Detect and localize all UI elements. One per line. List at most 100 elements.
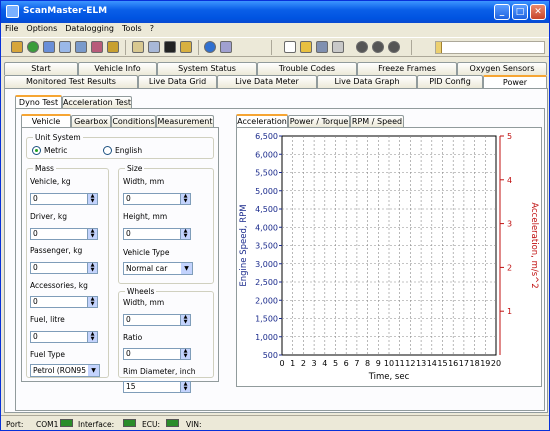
rim-diameter-spinner[interactable]: ▲ ▼ xyxy=(180,382,190,392)
fuel-input[interactable]: 0 ▲ ▼ xyxy=(30,331,98,343)
menu-options[interactable]: Options xyxy=(22,23,61,34)
dyno-panel: Vehicle Data Gearbox Conditions Measurem… xyxy=(15,108,545,411)
accessories-mass-spinner[interactable]: ▲ ▼ xyxy=(87,297,97,307)
terminal-icon[interactable] xyxy=(164,41,176,53)
toolbar xyxy=(1,37,549,57)
vehicle-mass-value: 0 xyxy=(33,194,38,203)
tab-freeze-frames[interactable]: Freeze Frames xyxy=(357,62,457,75)
menu-tools[interactable]: Tools xyxy=(118,23,146,34)
help-icon[interactable] xyxy=(220,41,232,53)
fuel-spinner[interactable]: ▲ ▼ xyxy=(87,332,97,342)
driver-mass-input[interactable]: 0 ▲ ▼ xyxy=(30,228,98,240)
x-tick-label: 5 xyxy=(333,359,338,368)
vehicle-type-select[interactable]: Normal car ▼ xyxy=(123,262,193,275)
menu-help[interactable]: ? xyxy=(146,23,158,34)
globe-icon[interactable] xyxy=(27,41,39,53)
y-tick-label: 2,000 xyxy=(255,296,278,305)
size-height-value: 0 xyxy=(126,229,131,238)
battery-icon[interactable] xyxy=(180,41,192,53)
wheel-width-input[interactable]: 0 ▲ ▼ xyxy=(123,314,191,326)
tab-trouble-codes[interactable]: Trouble Codes xyxy=(257,62,357,75)
connect-icon[interactable] xyxy=(11,41,23,53)
metric-label: Metric xyxy=(44,146,68,155)
chevron-down-icon[interactable]: ▼ xyxy=(181,263,192,274)
x-tick-label: 6 xyxy=(344,359,349,368)
info-icon[interactable] xyxy=(204,41,216,53)
tab-live-data-meter[interactable]: Live Data Meter xyxy=(217,75,317,88)
tab-power-torque[interactable]: Power / Torque xyxy=(288,115,350,127)
new-icon[interactable] xyxy=(284,41,296,53)
ratio-spinner[interactable]: ▲ ▼ xyxy=(180,349,190,359)
x-tick-label: 14 xyxy=(427,359,437,368)
open-icon[interactable] xyxy=(300,41,312,53)
accessories-mass-label: Accessories, kg xyxy=(30,281,88,290)
tab-measurement[interactable]: Measurement xyxy=(156,115,214,127)
size-width-input[interactable]: 0 ▲ ▼ xyxy=(123,193,191,205)
english-radio[interactable] xyxy=(103,146,112,155)
ratio-input[interactable]: 0 ▲ ▼ xyxy=(123,348,191,360)
stop-icon[interactable] xyxy=(388,41,400,53)
tab-gearbox[interactable]: Gearbox xyxy=(71,115,111,127)
app-icon xyxy=(6,5,19,18)
passenger-mass-input[interactable]: 0 ▲ ▼ xyxy=(30,262,98,274)
tab-vehicle-data[interactable]: Vehicle Data xyxy=(21,114,71,138)
tab-acceleration-test[interactable]: Acceleration Test xyxy=(62,96,132,108)
chat-icon[interactable] xyxy=(148,41,160,53)
pause-icon[interactable] xyxy=(372,41,384,53)
freeze-icon[interactable] xyxy=(91,41,103,53)
tab-conditions[interactable]: Conditions xyxy=(111,115,156,127)
accessories-mass-value: 0 xyxy=(33,297,38,306)
maximize-button[interactable]: □ xyxy=(512,4,528,20)
vehicle-mass-label: Vehicle, kg xyxy=(30,177,71,186)
save-icon[interactable] xyxy=(316,41,328,53)
driver-mass-value: 0 xyxy=(33,229,38,238)
codes-icon[interactable] xyxy=(75,41,87,53)
vehicle-mass-spinner[interactable]: ▲ ▼ xyxy=(87,194,97,204)
power-panel: Dyno Test Acceleration Test Vehicle Data… xyxy=(4,88,548,413)
x-tick-label: 18 xyxy=(470,359,480,368)
vehicle-info-icon[interactable] xyxy=(43,41,55,53)
menu-datalogging[interactable]: Datalogging xyxy=(61,23,118,34)
tab-live-data-graph[interactable]: Live Data Graph xyxy=(317,75,417,88)
accessories-mass-input[interactable]: 0 ▲ ▼ xyxy=(30,296,98,308)
fuel-type-select[interactable]: Petrol (RON95 ▼ xyxy=(30,364,100,377)
x-tick-label: 16 xyxy=(448,359,458,368)
minimize-button[interactable]: _ xyxy=(494,4,510,20)
y-tick-label: 4,500 xyxy=(255,205,278,214)
vehicle-mass-input[interactable]: 0 ▲ ▼ xyxy=(30,193,98,205)
x-tick-label: 17 xyxy=(459,359,469,368)
fuel-label: Fuel, litre xyxy=(30,315,65,324)
passenger-mass-spinner[interactable]: ▲ ▼ xyxy=(87,263,97,273)
chevron-down-icon[interactable]: ▼ xyxy=(88,365,99,376)
tab-start[interactable]: Start xyxy=(4,62,78,75)
play-icon[interactable] xyxy=(356,41,368,53)
clipboard-icon[interactable] xyxy=(132,41,144,53)
status-icon[interactable] xyxy=(59,41,71,53)
wheel-width-spinner[interactable]: ▲ ▼ xyxy=(180,315,190,325)
tab-power[interactable]: Power xyxy=(483,75,547,88)
print-icon[interactable] xyxy=(332,41,344,53)
size-height-input[interactable]: 0 ▲ ▼ xyxy=(123,228,191,240)
rim-diameter-input[interactable]: 15 ▲ ▼ xyxy=(123,381,191,393)
tab-monitored-test-results[interactable]: Monitored Test Results xyxy=(4,75,138,88)
fuel-value: 0 xyxy=(33,332,38,341)
size-height-label: Height, mm xyxy=(123,212,168,221)
tab-dyno-test[interactable]: Dyno Test xyxy=(15,95,62,108)
size-width-spinner[interactable]: ▲ ▼ xyxy=(180,194,190,204)
tab-vehicle-info[interactable]: Vehicle Info xyxy=(78,62,157,75)
x-tick-label: 0 xyxy=(279,359,284,368)
y-tick-label: 6,500 xyxy=(255,132,278,141)
tab-system-status[interactable]: System Status xyxy=(157,62,257,75)
tab-rpm-speed[interactable]: RPM / Speed xyxy=(350,115,404,127)
tab-oxygen-sensors[interactable]: Oxygen Sensors xyxy=(457,62,547,75)
metric-radio[interactable] xyxy=(32,146,41,155)
tab-live-data-grid[interactable]: Live Data Grid xyxy=(138,75,217,88)
driver-mass-spinner[interactable]: ▲ ▼ xyxy=(87,229,97,239)
sensor-icon[interactable] xyxy=(107,41,119,53)
acceleration-chart: 0 1 2 3 4 5 6 7 8 9 10 11 12 13 14 15 16 17 18 19 205001,000… xyxy=(239,132,539,382)
size-height-spinner[interactable]: ▲ ▼ xyxy=(180,229,190,239)
tab-pid-config[interactable]: PID Config xyxy=(417,75,483,88)
menu-file[interactable]: File xyxy=(1,23,22,34)
tab-acceleration-chart[interactable]: Acceleration xyxy=(236,114,288,127)
close-button[interactable]: ✕ xyxy=(530,4,546,20)
